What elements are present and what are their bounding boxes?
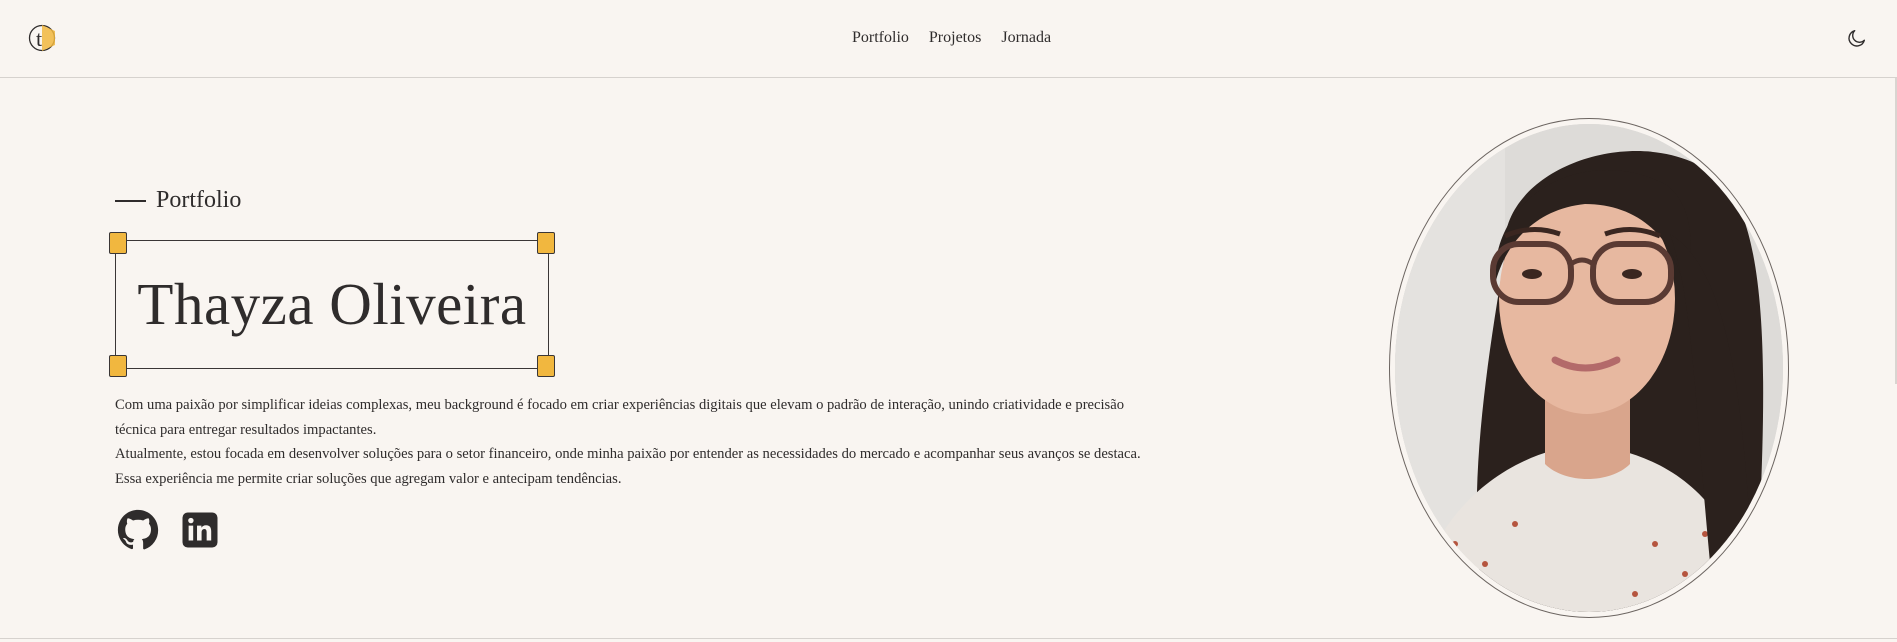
site-header: t Portfolio Projetos Jornada — [0, 0, 1897, 78]
frame-handle-bl — [109, 355, 127, 377]
bio-line: Atualmente, estou focada em desenvolver … — [115, 446, 1141, 462]
section-eyebrow: Portfolio — [115, 187, 241, 214]
social-links — [117, 509, 221, 551]
nav-jornada[interactable]: Jornada — [1001, 29, 1051, 47]
frame-handle-tl — [109, 232, 127, 254]
name-frame: Thayza Oliveira — [109, 232, 555, 377]
profile-photo — [1395, 124, 1783, 612]
linkedin-icon[interactable] — [179, 509, 221, 551]
moon-icon[interactable] — [1846, 27, 1868, 49]
frame-handle-br — [537, 355, 555, 377]
svg-text:t: t — [36, 26, 42, 51]
bio-line: técnica para entregar resultados impacta… — [115, 421, 377, 438]
logo-icon[interactable]: t — [27, 21, 58, 54]
bio-line: Essa experiência me permite criar soluçõ… — [115, 470, 622, 487]
github-icon[interactable] — [117, 509, 159, 551]
nav-projetos[interactable]: Projetos — [929, 29, 981, 47]
eyebrow-label: Portfolio — [156, 187, 242, 213]
bio-text: Com uma paixão por simplificar ideias co… — [115, 393, 1255, 491]
eyebrow-dash — [115, 199, 146, 202]
nav-portfolio[interactable]: Portfolio — [852, 29, 909, 47]
bottom-divider — [0, 638, 1897, 639]
main-nav: Portfolio Projetos Jornada — [852, 29, 1051, 47]
page-title: Thayza Oliveira — [137, 271, 527, 337]
bio-line: Com uma paixão por simplificar ideias co… — [115, 397, 1125, 413]
frame-handle-tr — [537, 232, 555, 254]
